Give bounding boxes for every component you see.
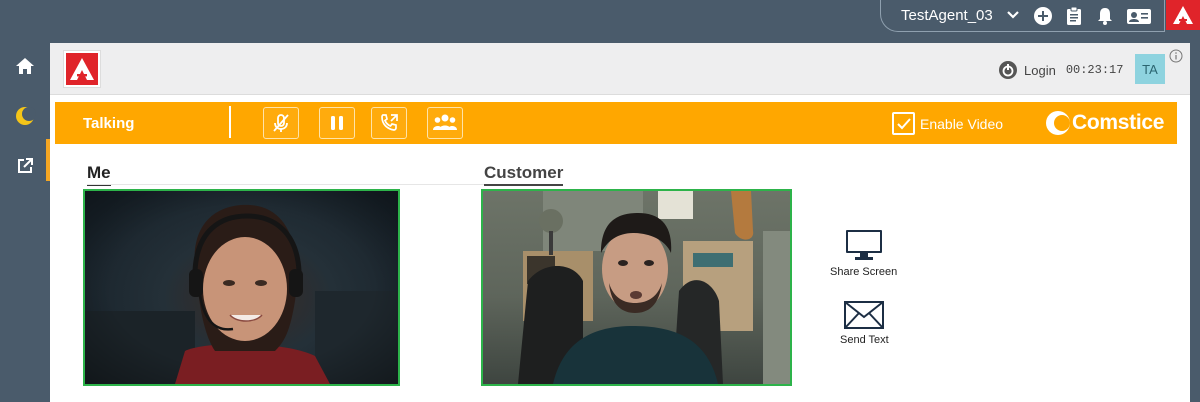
bell-icon[interactable] <box>1095 6 1115 26</box>
clipboard-icon[interactable] <box>1064 6 1084 26</box>
local-video-label: Me <box>87 163 111 186</box>
brand-name: Comstice <box>1072 111 1165 134</box>
call-status-bar: Talking Enable Video Comstice <box>55 102 1177 144</box>
main-panel: Login 00:23:17 TA Talking Enable Video C… <box>50 43 1190 402</box>
external-link-icon <box>18 158 33 173</box>
envelope-icon <box>844 301 885 329</box>
nav-external[interactable] <box>0 146 50 186</box>
login-timer: 00:23:17 <box>1065 63 1124 77</box>
top-bar: TestAgent_03 <box>0 0 1200 43</box>
power-icon <box>999 61 1017 79</box>
remote-video-frame <box>518 191 790 384</box>
conference-icon <box>433 114 457 130</box>
share-screen-button[interactable]: Share Screen <box>830 228 897 278</box>
hold-button[interactable] <box>319 107 355 139</box>
comstice-logo: Comstice <box>1045 110 1164 136</box>
divider <box>87 184 507 185</box>
remote-video-label: Customer <box>484 163 564 186</box>
side-nav <box>0 43 50 402</box>
enable-video-label: Enable Video <box>920 115 1004 132</box>
brand-a-icon <box>1173 6 1193 24</box>
agent-name[interactable]: TestAgent_03 <box>901 7 993 24</box>
conference-button[interactable] <box>427 107 463 139</box>
transfer-button[interactable] <box>371 107 407 139</box>
local-video-frame <box>85 191 398 384</box>
brand-logo <box>1166 0 1200 30</box>
mute-icon <box>273 114 289 132</box>
add-circle-icon[interactable] <box>1033 6 1053 26</box>
panel-header: Login 00:23:17 TA <box>50 43 1190 95</box>
nav-agent-status[interactable] <box>0 96 50 136</box>
app-logo <box>64 51 100 87</box>
local-video[interactable] <box>83 189 400 386</box>
login-label: Login <box>1024 62 1056 78</box>
moon-icon <box>16 107 36 125</box>
comstice-c-icon <box>1046 111 1070 135</box>
logo-a-icon <box>70 58 94 80</box>
send-text-button[interactable]: Send Text <box>840 300 889 346</box>
mute-button[interactable] <box>263 107 299 139</box>
info-icon[interactable] <box>1169 49 1183 63</box>
send-text-label: Send Text <box>840 334 889 346</box>
enable-video-toggle[interactable]: Enable Video <box>892 112 1003 135</box>
nav-home[interactable] <box>0 46 50 86</box>
contact-card-icon[interactable] <box>1126 6 1152 26</box>
remote-video[interactable] <box>481 189 792 386</box>
share-screen-label: Share Screen <box>830 266 898 278</box>
divider <box>229 106 231 138</box>
login-status: Login 00:23:17 <box>998 60 1123 80</box>
pause-icon <box>331 116 343 130</box>
home-icon <box>16 58 34 74</box>
monitor-icon <box>845 230 882 260</box>
transfer-call-icon <box>381 114 398 131</box>
call-state-label: Talking <box>83 115 135 132</box>
avatar[interactable]: TA <box>1135 54 1165 84</box>
enable-video-checkbox[interactable] <box>892 112 915 135</box>
chevron-down-icon[interactable] <box>1006 10 1020 20</box>
checkmark-icon <box>896 117 911 129</box>
